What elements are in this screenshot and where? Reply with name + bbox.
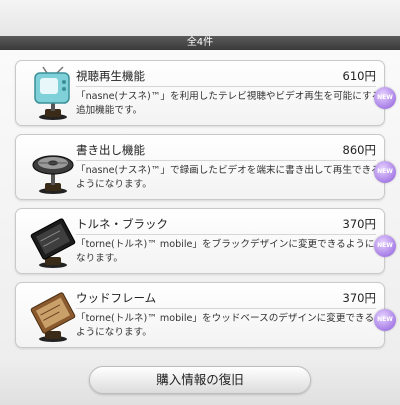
- new-badge: NEW: [374, 235, 396, 257]
- item-divider: [76, 160, 376, 161]
- item-price: 860円: [342, 143, 376, 157]
- item-description: 「torne(トルネ)™ mobile」をブラックデザインに変更できるようになり…: [76, 239, 375, 264]
- item-divider: [76, 308, 376, 309]
- restore-purchases-button[interactable]: 購入情報の復旧: [89, 366, 311, 394]
- list-item-viewing-playback[interactable]: 視聴再生機能 610円 「nasne(ナスネ)™」を利用したテレビ視聴やビデオ再…: [15, 60, 396, 126]
- addon-list: 視聴再生機能 610円 「nasne(ナスネ)™」を利用したテレビ視聴やビデオ再…: [0, 50, 400, 355]
- item-name: 書き出し機能: [76, 143, 145, 157]
- item-name: トルネ・ブラック: [76, 217, 168, 231]
- list-item-torne-black[interactable]: トルネ・ブラック 370円 「torne(トルネ)™ mobile」をブラックデ…: [15, 208, 396, 274]
- item-price: 370円: [342, 291, 376, 305]
- item-name: ウッドフレーム: [76, 291, 157, 305]
- list-item-wood-frame[interactable]: ウッドフレーム 370円 「torne(トルネ)™ mobile」をウッドベース…: [15, 282, 396, 348]
- item-divider: [76, 234, 376, 235]
- new-badge: NEW: [374, 161, 396, 183]
- retro-tv-figure-icon: [23, 65, 81, 123]
- black-panel-figure-icon: [23, 213, 81, 271]
- list-item-export[interactable]: 書き出し機能 860円 「nasne(ナスネ)™」で録画したビデオを端末に書き出…: [15, 134, 396, 200]
- item-description: 「nasne(ナスネ)™」を利用したテレビ視聴やビデオ再生を可能にする追加機能で…: [76, 91, 382, 116]
- item-count-label: 全4件: [186, 37, 214, 48]
- new-badge: NEW: [374, 87, 396, 109]
- new-badge: NEW: [374, 309, 396, 331]
- top-strip: [0, 0, 400, 36]
- film-reel-figure-icon: [23, 139, 81, 197]
- item-price: 610円: [342, 69, 376, 83]
- item-name: 視聴再生機能: [76, 69, 145, 83]
- item-description: 「nasne(ナスネ)™」で録画したビデオを端末に書き出して再生できるようになり…: [76, 165, 381, 190]
- item-description: 「torne(トルネ)™ mobile」をウッドベースのデザインに変更できるよう…: [76, 313, 375, 338]
- item-count-bar: 全4件: [0, 36, 400, 50]
- item-divider: [76, 86, 376, 87]
- item-price: 370円: [342, 217, 376, 231]
- wood-panel-figure-icon: [23, 287, 81, 345]
